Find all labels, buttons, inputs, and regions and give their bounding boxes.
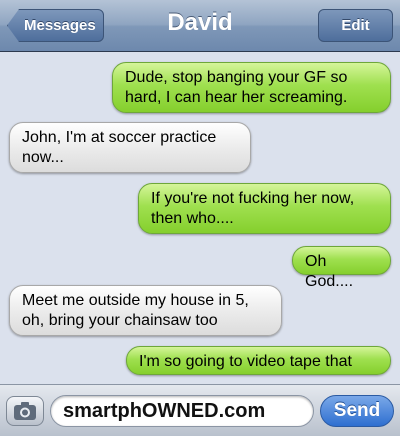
message-bubble-received: Meet me outside my house in 5, oh, bring… bbox=[9, 285, 282, 336]
message-thread: Dude, stop banging your GF so hard, I ca… bbox=[0, 52, 400, 384]
compose-bar: smartphOWNED.com Send bbox=[0, 384, 400, 436]
message-bubble-received: John, I'm at soccer practice now... bbox=[9, 122, 251, 173]
edit-button[interactable]: Edit bbox=[318, 9, 393, 42]
nav-bar: Messages David Edit bbox=[0, 0, 400, 52]
message-bubble-sent: Dude, stop banging your GF so hard, I ca… bbox=[112, 62, 391, 113]
camera-button[interactable] bbox=[6, 396, 44, 426]
message-bubble-sent: If you're not fucking her now, then who.… bbox=[138, 183, 391, 234]
send-button[interactable]: Send bbox=[320, 395, 394, 427]
message-bubble-sent: I'm so going to video tape that bbox=[126, 346, 391, 375]
message-bubble-sent: Oh God.... bbox=[292, 246, 391, 290]
camera-icon bbox=[14, 402, 36, 420]
message-input[interactable]: smartphOWNED.com bbox=[50, 395, 314, 427]
